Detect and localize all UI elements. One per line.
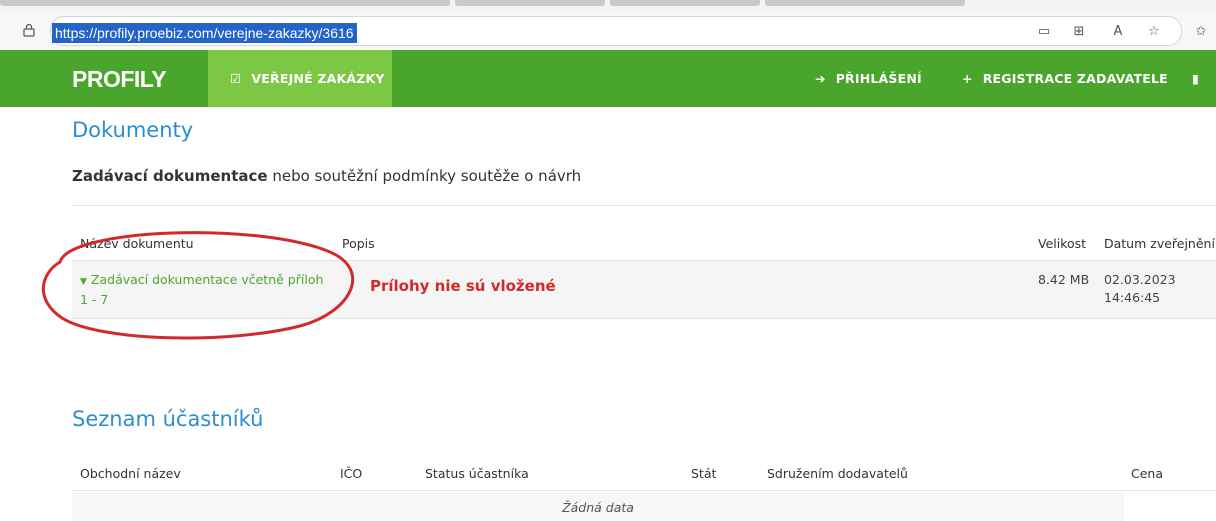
column-header-publish-date[interactable]: Datum zveřejnění xyxy=(1104,236,1215,251)
browser-address-bar: https://profily.proebiz.com/verejne-zaka… xyxy=(0,10,1216,51)
plus-icon: + xyxy=(962,71,973,86)
site-logo[interactable]: PROFILY xyxy=(72,66,167,93)
empty-table-row: Žádná data xyxy=(72,492,1124,521)
column-header-ico[interactable]: IČO xyxy=(340,466,362,481)
read-aloud-icon[interactable]: A xyxy=(1107,23,1129,41)
document-link[interactable]: ▼ Zadávací dokumentace včetně příloh 1 -… xyxy=(80,271,330,309)
lock-icon[interactable] xyxy=(22,23,36,39)
annotation-note: Prílohy nie sú vložené xyxy=(370,277,556,295)
document-size: 8.42 MB xyxy=(1038,272,1090,287)
documents-heading: Dokumenty xyxy=(72,118,194,142)
book-icon[interactable]: ▮ xyxy=(1192,50,1199,107)
column-header-supplier-association[interactable]: Sdružením dodavatelů xyxy=(767,466,908,481)
browser-tab-strip xyxy=(0,0,1216,10)
caret-down-icon: ▼ xyxy=(80,277,87,287)
reader-view-icon[interactable]: ▭ xyxy=(1033,23,1055,41)
browser-tab[interactable] xyxy=(0,0,450,6)
site-navbar: PROFILY ☑ VEŘEJNÉ ZAKÁZKY ➔ PŘIHLÁŠENÍ + RE… xyxy=(0,50,1216,107)
column-header-description[interactable]: Popis xyxy=(342,236,375,251)
column-header-document-name[interactable]: Název dokumentu xyxy=(80,236,194,251)
document-date: 02.03.2023 xyxy=(1104,272,1176,287)
nav-item-verejne-zakazky-label[interactable]: ☑ VEŘEJNÉ ZAKÁZKY xyxy=(230,50,385,107)
favorite-add-icon[interactable]: ☆ xyxy=(1143,23,1165,41)
document-time: 14:46:45 xyxy=(1104,290,1161,305)
empty-table-text: Žádná data xyxy=(562,500,634,515)
nav-item-register[interactable]: + REGISTRACE ZADAVATELE xyxy=(962,50,1168,107)
divider xyxy=(72,490,1216,491)
divider xyxy=(72,205,1216,206)
browser-tab[interactable] xyxy=(610,0,760,6)
url-input[interactable]: https://profily.proebiz.com/verejne-zaka… xyxy=(52,23,357,43)
browser-tab[interactable] xyxy=(455,0,605,6)
participants-heading: Seznam účastníků xyxy=(72,407,264,431)
column-header-country[interactable]: Stát xyxy=(691,466,716,481)
nav-item-login[interactable]: ➔ PŘIHLÁŠENÍ xyxy=(815,50,922,107)
favorites-icon[interactable]: ✩ xyxy=(1190,23,1212,41)
sign-in-icon: ➔ xyxy=(815,71,826,86)
app-available-icon[interactable]: ⊞ xyxy=(1068,23,1090,41)
column-header-price[interactable]: Cena xyxy=(1131,466,1163,481)
checkbox-icon: ☑ xyxy=(230,71,242,86)
documents-subtitle: Zadávací dokumentace nebo soutěžní podmí… xyxy=(72,167,582,185)
column-header-participant-status[interactable]: Status účastníka xyxy=(425,466,529,481)
column-header-size[interactable]: Velikost xyxy=(1038,236,1086,251)
browser-tab[interactable] xyxy=(765,0,965,6)
column-header-business-name[interactable]: Obchodní název xyxy=(80,466,181,481)
